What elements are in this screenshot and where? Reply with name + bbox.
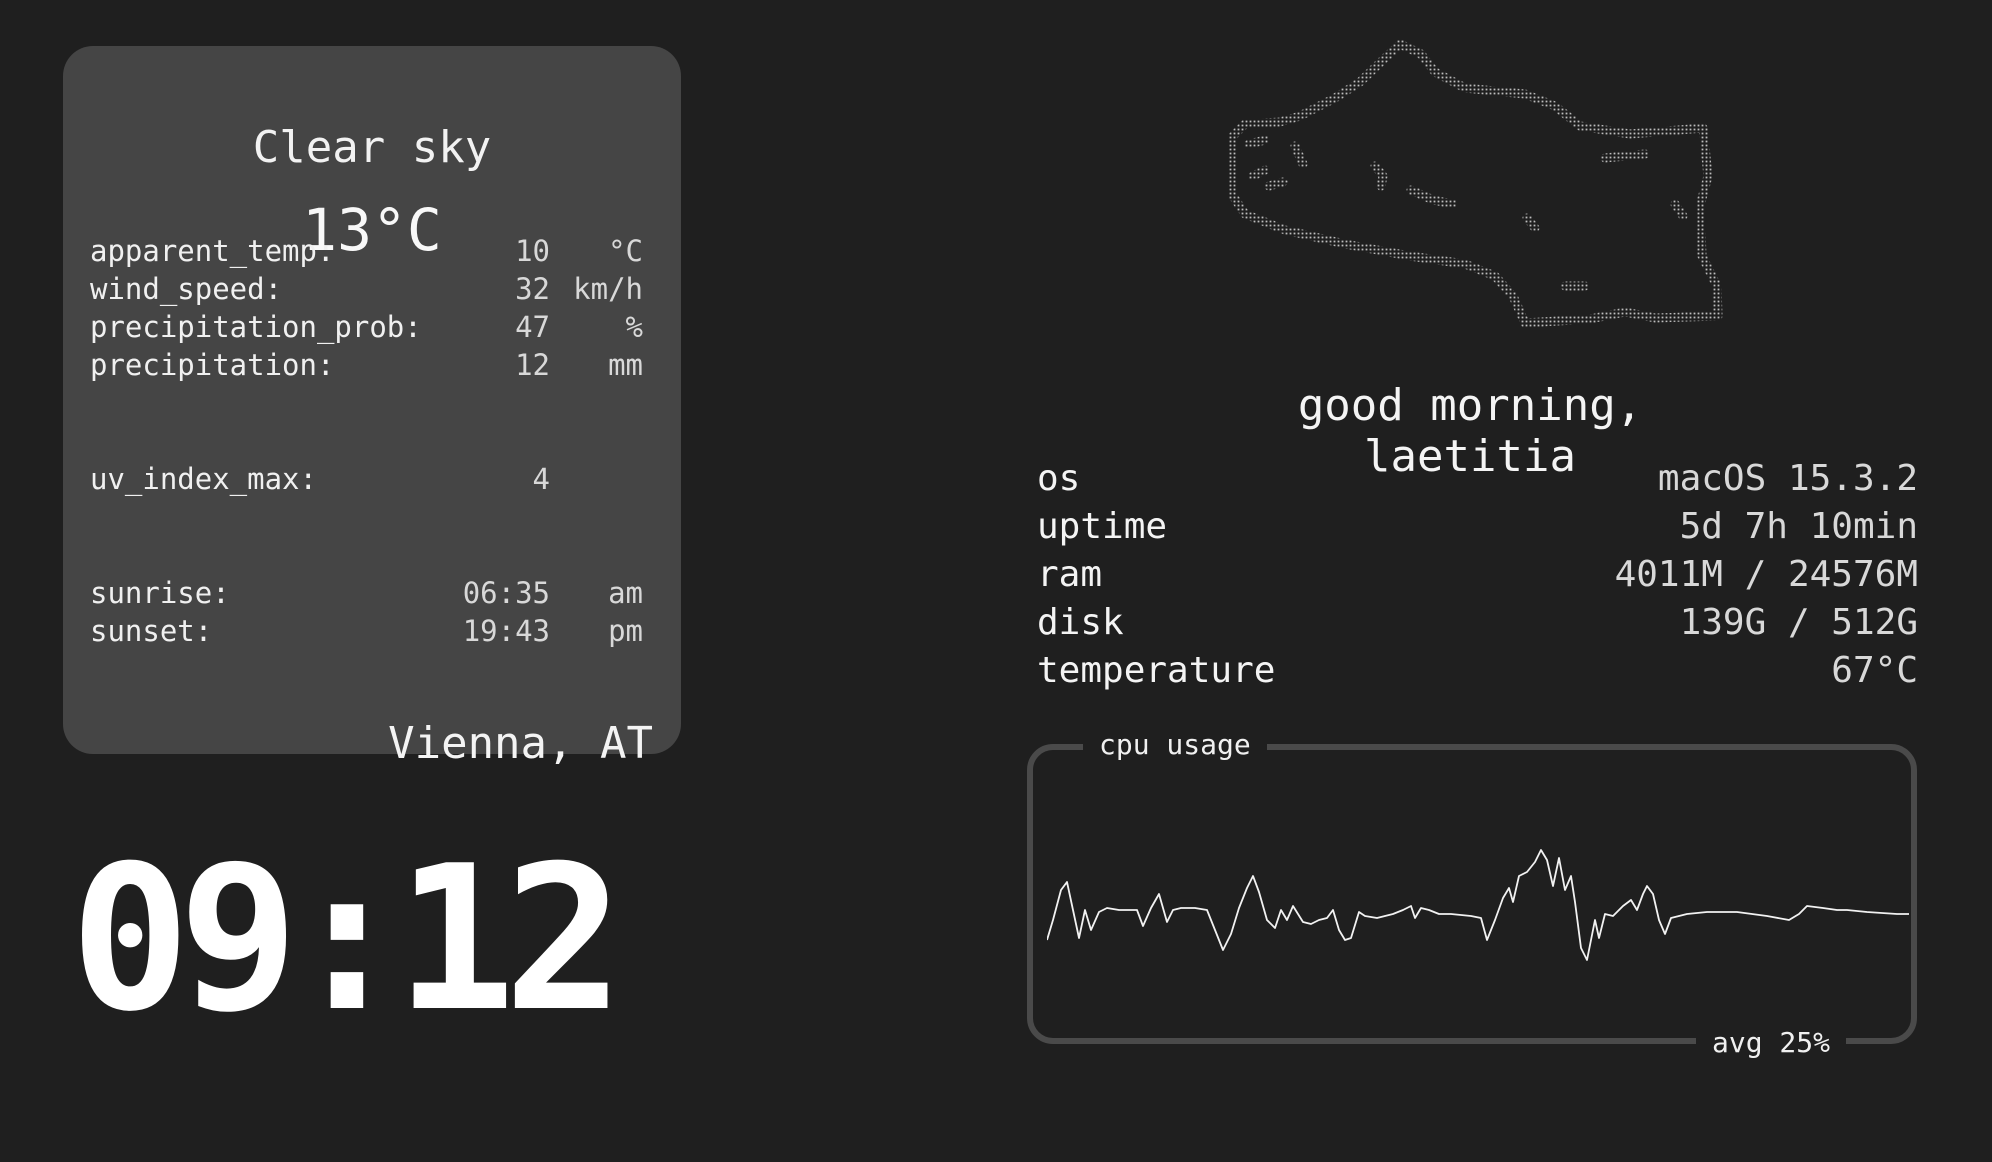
system-row-disk: disk 139G / 512G xyxy=(1037,602,1918,648)
weather-row-unit: mm xyxy=(608,348,643,382)
cpu-usage-panel: cpu usage avg 25% xyxy=(1027,728,1917,1060)
weather-row-unit: °C xyxy=(608,234,643,268)
weather-row-unit: am xyxy=(608,576,643,610)
cpu-usage-average: avg 25% xyxy=(1695,1026,1846,1060)
weather-condition: Clear sky xyxy=(252,122,492,173)
weather-row-value: 10 xyxy=(515,234,550,268)
weather-row-sunrise: sunrise: 06:35 am xyxy=(90,576,670,614)
weather-card: Clear sky 13°C apparent_temp: 10 °C wind… xyxy=(63,46,681,769)
ascii-art-logo xyxy=(1228,39,1723,328)
weather-row-label: precipitation_prob: xyxy=(90,310,422,344)
system-row-temperature: temperature 67°C xyxy=(1037,650,1918,696)
weather-row-wind-speed: wind_speed: 32 km/h xyxy=(90,272,670,310)
weather-row-label: precipitation: xyxy=(90,348,335,382)
system-row-value: 67°C xyxy=(1831,650,1918,691)
weather-row-value: 19:43 xyxy=(462,614,550,648)
weather-row-label: uv_index_max: xyxy=(90,462,317,496)
system-row-value: macOS 15.3.2 xyxy=(1657,458,1918,499)
system-row-value: 139G / 512G xyxy=(1679,602,1918,643)
weather-row-label: wind_speed: xyxy=(90,272,283,306)
system-row-value: 4011M / 24576M xyxy=(1614,554,1918,595)
weather-row-unit: % xyxy=(625,310,643,344)
system-row-uptime: uptime 5d 7h 10min xyxy=(1037,506,1918,552)
system-row-value: 5d 7h 10min xyxy=(1679,506,1918,547)
clock-time: 09:12 xyxy=(70,823,624,1056)
system-row-ram: ram 4011M / 24576M xyxy=(1037,554,1918,600)
weather-row-value: 4 xyxy=(532,462,550,496)
cpu-usage-graph xyxy=(1047,849,1909,961)
weather-row-sunset: sunset: 19:43 pm xyxy=(90,614,670,652)
weather-row-value: 12 xyxy=(515,348,550,382)
weather-row-apparent-temp: apparent_temp: 10 °C xyxy=(90,234,670,272)
weather-row-precipitation-prob: precipitation_prob: 47 % xyxy=(90,310,670,348)
weather-row-precipitation: precipitation: 12 mm xyxy=(90,348,670,386)
system-row-key: temperature xyxy=(1037,650,1276,691)
weather-row-unit: pm xyxy=(608,614,643,648)
system-row-key: ram xyxy=(1037,554,1103,595)
weather-row-label: apparent_temp: xyxy=(90,234,335,268)
system-row-key: disk xyxy=(1037,602,1124,643)
system-row-key: uptime xyxy=(1037,506,1168,547)
system-row-key: os xyxy=(1037,458,1081,499)
cpu-usage-title: cpu usage xyxy=(1083,728,1267,762)
weather-row-value: 47 xyxy=(515,310,550,344)
weather-row-unit: km/h xyxy=(573,272,643,306)
weather-row-label: sunrise: xyxy=(90,576,230,610)
weather-row-value: 32 xyxy=(515,272,550,306)
weather-row-uv-index: uv_index_max: 4 xyxy=(90,462,670,500)
system-row-os: os macOS 15.3.2 xyxy=(1037,458,1918,504)
weather-row-label: sunset: xyxy=(90,614,213,648)
weather-location: Vienna, AT xyxy=(388,718,653,769)
weather-row-value: 06:35 xyxy=(462,576,550,610)
clock: 09:12 xyxy=(70,835,690,1045)
